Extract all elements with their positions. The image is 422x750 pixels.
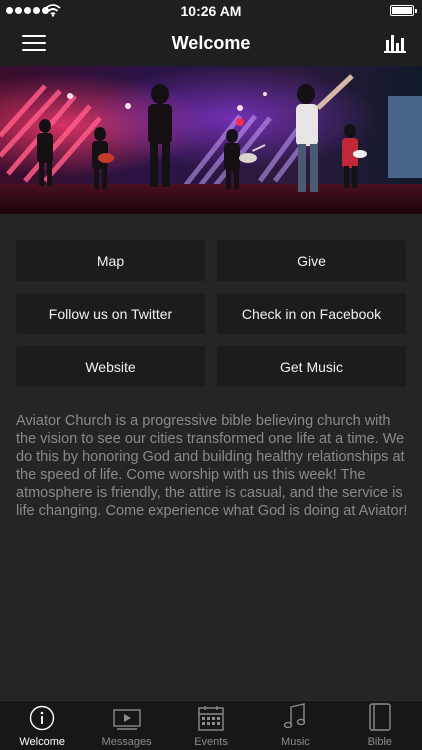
church-description: Aviator Church is a progressive bible be… — [16, 413, 408, 519]
check-in-facebook-button[interactable]: Check in on Facebook — [217, 293, 406, 334]
give-button[interactable]: Give — [217, 240, 406, 281]
tab-messages[interactable]: Messages — [84, 701, 168, 750]
status-bar: 10:26 AM — [0, 0, 422, 22]
calendar-icon — [198, 706, 224, 731]
tab-events[interactable]: Events — [169, 701, 253, 750]
website-button[interactable]: Website — [16, 346, 205, 387]
tab-label: Music — [281, 736, 310, 748]
follow-twitter-button[interactable]: Follow us on Twitter — [16, 293, 205, 334]
navigation-bar: Welcome — [0, 22, 422, 66]
action-button-grid: Map Give Follow us on Twitter Check in o… — [16, 240, 406, 387]
map-button[interactable]: Map — [16, 240, 205, 281]
battery-icon — [390, 5, 417, 16]
tab-label: Welcome — [19, 736, 66, 748]
get-music-button[interactable]: Get Music — [217, 346, 406, 387]
worship-band-photo — [0, 66, 422, 214]
hero-image — [0, 66, 422, 214]
tab-label: Messages — [101, 736, 152, 748]
video-icon — [112, 709, 141, 730]
status-time: 10:26 AM — [180, 3, 242, 19]
music-note-icon — [284, 703, 306, 729]
page-title: Welcome — [171, 33, 251, 53]
bar-chart-icon[interactable] — [384, 33, 406, 53]
tab-bar: Welcome Messages Events Music Bible — [0, 700, 422, 750]
info-circle-icon — [30, 705, 55, 731]
book-icon — [369, 703, 391, 731]
tab-music[interactable]: Music — [253, 701, 337, 750]
tab-bible[interactable]: Bible — [338, 701, 422, 750]
tab-label: Bible — [367, 736, 393, 748]
tab-label: Events — [194, 736, 228, 748]
tab-welcome[interactable]: Welcome — [0, 701, 84, 750]
